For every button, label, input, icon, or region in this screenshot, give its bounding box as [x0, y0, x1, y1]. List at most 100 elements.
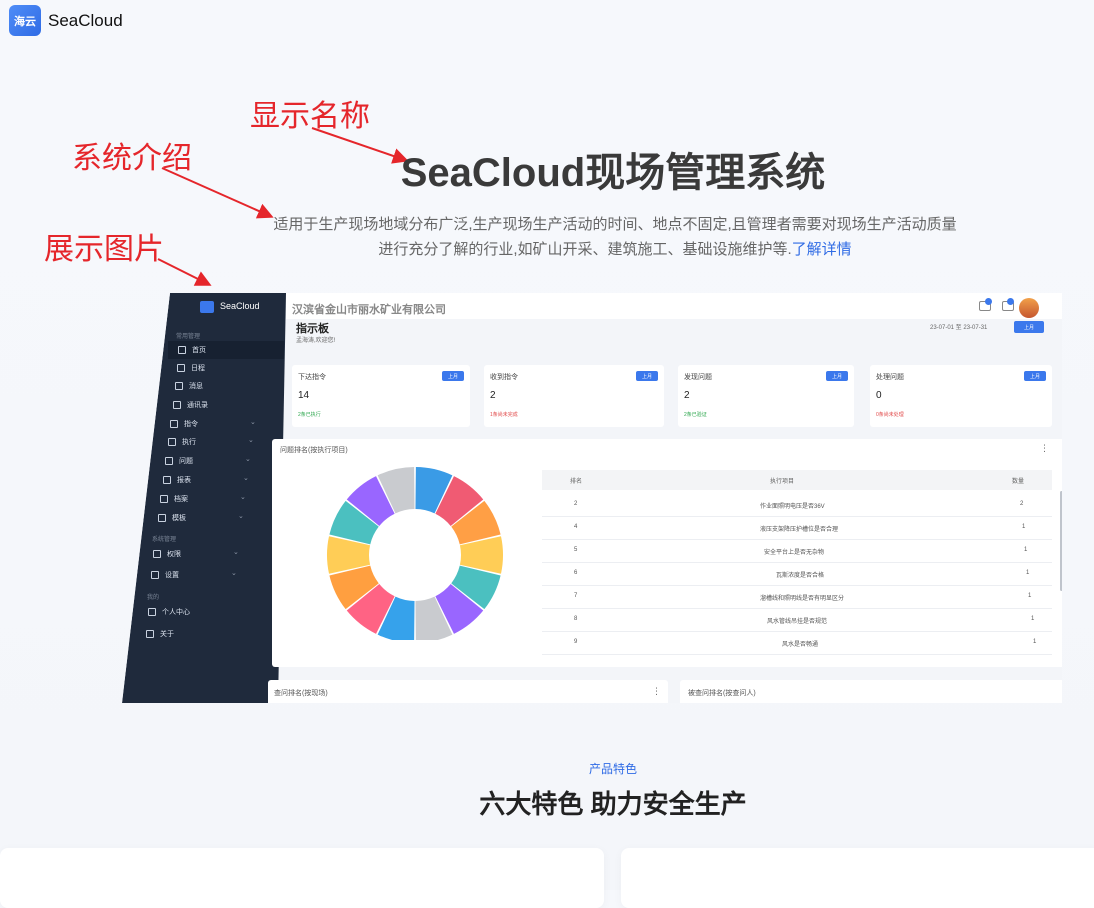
table-cell-count: 1 [1022, 524, 1026, 530]
brand-name[interactable]: SeaCloud [48, 11, 123, 31]
table-cell-item: 风水是否畅通 [782, 642, 819, 648]
issue-donut-chart [327, 467, 503, 640]
table-cell-rank: 4 [574, 524, 578, 530]
table-cell-rank: 7 [574, 593, 578, 599]
sidebar-item-messages[interactable]: 消息 [175, 381, 203, 391]
user-icon [148, 608, 156, 616]
table-cell-count: 1 [1033, 639, 1037, 645]
table-cell-count: 1 [1031, 616, 1035, 622]
sidebar-item-about[interactable]: 关于 [146, 629, 174, 639]
home-icon [178, 346, 186, 354]
card-value: 2 [684, 390, 690, 401]
table-cell-rank: 8 [574, 616, 578, 622]
table-cell-item: 风水管线吊挂是否规范 [767, 619, 828, 625]
dashboard-title: 指示板 [296, 323, 329, 335]
sidebar-item-templates[interactable]: 模板 ⌄ [158, 513, 244, 523]
sidebar-section-common: 常用管理 [176, 334, 201, 340]
calendar-icon [177, 364, 185, 372]
card-last-month-button[interactable]: 上月 [636, 371, 658, 381]
issue-icon [165, 457, 173, 465]
hero-description-text: 适用于生产现场地域分布广泛,生产现场生产活动的时间、地点不固定,且管理者需要对现… [273, 216, 957, 258]
feature-card[interactable] [0, 848, 604, 908]
inspection-ranking-title: 查问排名(按现场) [274, 690, 328, 697]
notification-badge [1007, 298, 1014, 305]
message-badge [985, 298, 992, 305]
command-icon [170, 420, 178, 428]
sidebar-item-archive[interactable]: 档案 ⌄ [160, 494, 246, 504]
stat-card-commands-issued[interactable]: 下达指令 14 2条已执行 上月 [292, 365, 470, 427]
dashboard-greeting: 孟海涛,欢迎您! [296, 338, 336, 344]
learn-more-link[interactable]: 了解详情 [792, 241, 852, 258]
features-title: 六大特色 助力安全生产 [479, 789, 747, 819]
ranking-table-header [542, 470, 1052, 490]
table-cell-rank: 9 [574, 639, 578, 645]
chevron-down-icon: ⌄ [238, 513, 244, 520]
card-value: 2 [490, 390, 496, 401]
table-cell-count: 2 [1020, 501, 1024, 507]
card-label: 下达指令 [298, 374, 326, 381]
chevron-down-icon: ⌄ [250, 419, 256, 426]
sidebar-brand: SeaCloud [220, 301, 260, 311]
table-cell-count: 1 [1024, 547, 1028, 553]
card-note: 2条已执行 [298, 412, 321, 418]
table-cell-count: 1 [1028, 593, 1032, 599]
table-cell-count: 1 [1026, 570, 1030, 576]
avatar[interactable] [1019, 298, 1039, 318]
card-last-month-button[interactable]: 上月 [826, 371, 848, 381]
card-last-month-button[interactable]: 上月 [1024, 371, 1046, 381]
table-header-rank: 排名 [570, 479, 583, 485]
sidebar-item-schedule[interactable]: 日程 [177, 363, 205, 373]
table-cell-item: 溜槽线和照明线是否有明显区分 [760, 596, 845, 602]
table-scrollbar[interactable] [1060, 491, 1062, 591]
more-vertical-icon[interactable]: ⋮ [652, 686, 661, 697]
sidebar-item-contacts[interactable]: 通讯录 [173, 400, 208, 410]
logo-icon[interactable]: 海云 [9, 5, 41, 36]
hero-description: 适用于生产现场地域分布广泛,生产现场生产活动的时间、地点不固定,且管理者需要对现… [270, 212, 960, 262]
table-cell-item: 液压支架降压护槽位是否合理 [760, 527, 839, 533]
annotation-display-name: 显示名称 [250, 99, 370, 134]
issue-ranking-title: 问题排名(按执行项目) [280, 447, 348, 454]
arrow-show-image [157, 258, 212, 286]
last-month-button[interactable]: 上月 [1014, 321, 1044, 333]
info-icon [146, 630, 154, 638]
chevron-down-icon: ⌄ [240, 494, 246, 501]
table-cell-rank: 5 [574, 547, 578, 553]
inspected-ranking-title: 被查问排名(按查问人) [688, 690, 756, 697]
stat-card-issues-handled[interactable]: 处理问题 0 0条尚未处理 上月 [870, 365, 1052, 427]
table-cell-rank: 2 [574, 501, 578, 507]
stat-card-commands-received[interactable]: 收到指令 2 1条尚未完成 上月 [484, 365, 664, 427]
card-note: 0条尚未处理 [876, 412, 904, 418]
sidebar-item-profile[interactable]: 个人中心 [148, 607, 190, 617]
chevron-down-icon: ⌄ [233, 549, 239, 556]
table-cell-item: 瓦斯浓度是否合格 [776, 573, 825, 579]
date-range[interactable]: 23-07-01 至 23-07-31 [930, 322, 987, 331]
chevron-down-icon: ⌄ [243, 475, 249, 482]
sidebar-item-commands[interactable]: 指令 ⌄ [170, 419, 256, 429]
card-note: 1条尚未完成 [490, 412, 518, 418]
sidebar-item-permissions[interactable]: 权限 ⌄ [153, 549, 239, 559]
annotation-show-image: 展示图片 [44, 232, 164, 267]
card-value: 0 [876, 390, 882, 401]
sidebar-item-issues[interactable]: 问题 ⌄ [165, 456, 251, 466]
sidebar-item-settings[interactable]: 设置 ⌄ [151, 570, 237, 580]
table-cell-rank: 6 [574, 570, 578, 576]
table-header-item: 执行项目 [770, 479, 795, 485]
card-label: 处理问题 [876, 374, 904, 381]
sidebar-item-home[interactable]: 首页 [178, 345, 206, 355]
template-icon [158, 514, 166, 522]
stat-card-issues-found[interactable]: 发现问题 2 2条已验证 上月 [678, 365, 854, 427]
chevron-down-icon: ⌄ [248, 437, 254, 444]
card-note: 2条已验证 [684, 412, 707, 418]
card-label: 发现问题 [684, 374, 712, 381]
top-bar: 海云 SeaCloud [0, 0, 1094, 42]
sidebar-item-reports[interactable]: 报表 ⌄ [163, 475, 249, 485]
card-last-month-button[interactable]: 上月 [442, 371, 464, 381]
more-vertical-icon[interactable]: ⋮ [1040, 443, 1049, 454]
sidebar-item-execute[interactable]: 执行 ⌄ [168, 437, 254, 447]
hero-title: SeaCloud现场管理系统 [400, 151, 826, 195]
sidebar-section-mine: 我的 [147, 595, 160, 601]
feature-card[interactable] [621, 848, 1094, 908]
sidebar-section-system: 系统管理 [152, 537, 177, 543]
contacts-icon [173, 401, 181, 409]
chevron-down-icon: ⌄ [231, 570, 237, 577]
